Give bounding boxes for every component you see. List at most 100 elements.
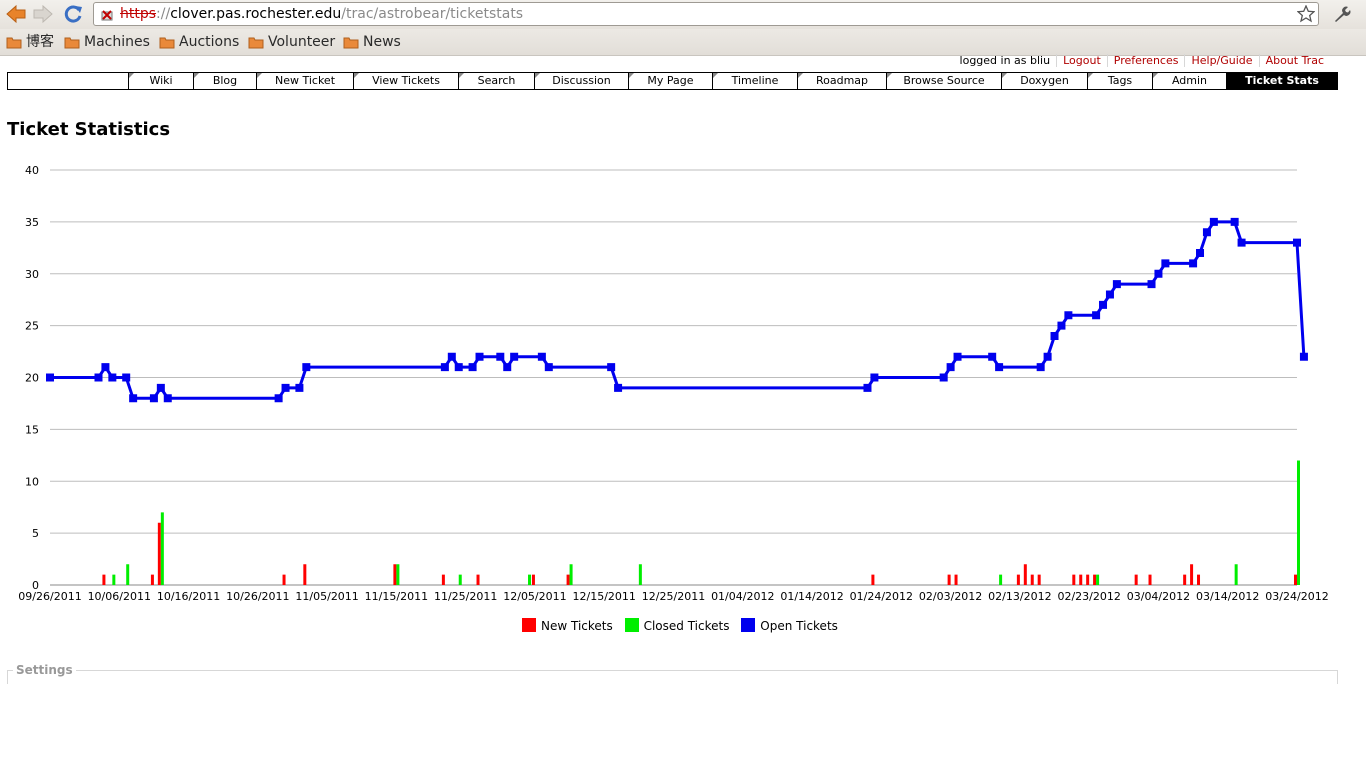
bookmark-folder[interactable]: Volunteer: [248, 33, 335, 51]
open-tickets-point: [468, 363, 477, 372]
tab-admin[interactable]: Admin: [1152, 73, 1226, 89]
open-tickets-point: [1043, 352, 1052, 361]
bookmark-folder[interactable]: 博客: [6, 33, 54, 51]
y-tick-label: 20: [25, 372, 39, 385]
bookmark-folder[interactable]: Auctions: [159, 33, 239, 51]
forward-button[interactable]: [31, 3, 55, 25]
bookmark-folder[interactable]: News: [343, 33, 401, 51]
open-tickets-line: [50, 220, 1306, 400]
tab-timeline[interactable]: Timeline: [712, 73, 797, 89]
y-tick-label: 25: [25, 320, 39, 333]
closed-ticket-bar: [458, 574, 462, 585]
tab-new-ticket[interactable]: New Ticket: [256, 73, 353, 89]
legend-item-open: Open Tickets: [741, 618, 838, 633]
x-tick-label: 01/24/2012: [850, 590, 913, 603]
open-tickets-point: [122, 373, 131, 382]
new-ticket-bar: [1072, 574, 1076, 585]
open-tickets-point: [1105, 290, 1114, 299]
page-right-margin: [1349, 56, 1366, 684]
new-ticket-bar: [1030, 574, 1034, 585]
y-tick-label: 40: [25, 164, 39, 177]
x-tick-label: 10/26/2011: [226, 590, 289, 603]
new-ticket-bar: [1016, 574, 1020, 585]
tab-roadmap[interactable]: Roadmap: [797, 73, 886, 89]
bookmark-label: Volunteer: [268, 34, 336, 50]
reload-button[interactable]: [61, 3, 85, 25]
legend-label-closed: Closed Tickets: [643, 619, 730, 633]
page-blank-area: [0, 684, 1366, 768]
new-ticket-bar: [1294, 574, 1297, 585]
x-tick-label: 10/16/2011: [157, 590, 220, 603]
open-tickets-point: [440, 363, 449, 372]
open-tickets-point: [1189, 259, 1198, 268]
help-guide-link[interactable]: Help/Guide: [1184, 54, 1259, 67]
open-tickets-point: [1092, 311, 1101, 320]
new-ticket-bar: [871, 574, 875, 585]
chart-legend: New Tickets Closed Tickets Open Tickets: [522, 618, 846, 633]
folder-icon: [159, 37, 175, 49]
new-ticket-bar: [441, 574, 445, 585]
open-tickets-point: [1057, 321, 1066, 330]
tab-search[interactable]: Search: [458, 73, 534, 89]
back-arrow-icon: [6, 4, 26, 24]
closed-ticket-bar: [112, 574, 116, 585]
open-tickets-point: [129, 394, 138, 403]
closed-ticket-bar: [999, 574, 1003, 585]
new-ticket-bar: [303, 564, 307, 585]
open-tickets-point: [1147, 280, 1156, 289]
open-tickets-point: [1196, 249, 1205, 257]
open-tickets-point: [614, 383, 623, 392]
y-tick-label: 10: [25, 475, 39, 488]
open-tickets-point: [1202, 228, 1211, 237]
open-tickets-point: [496, 352, 505, 361]
open-tickets-point: [1112, 280, 1121, 289]
reload-icon: [64, 5, 82, 23]
main-nav-spacer: [8, 73, 128, 89]
logout-link[interactable]: Logout: [1056, 54, 1107, 67]
url-bar[interactable]: https://clover.pas.rochester.edu/trac/as…: [93, 2, 1319, 26]
tab-wiki[interactable]: Wiki: [128, 73, 193, 89]
tab-blog[interactable]: Blog: [193, 73, 256, 89]
page-title: Ticket Statistics: [7, 119, 171, 140]
new-ticket-bar: [531, 574, 535, 585]
open-tickets-point: [607, 363, 616, 372]
wrench-icon[interactable]: [1331, 4, 1351, 24]
new-ticket-bar: [1134, 574, 1138, 585]
open-tickets-point: [1161, 259, 1170, 268]
open-tickets-point: [1293, 238, 1301, 247]
open-tickets-point: [281, 383, 290, 392]
open-tickets-point: [447, 352, 456, 361]
bookmark-folder[interactable]: Machines: [64, 33, 150, 51]
back-button[interactable]: [4, 3, 28, 25]
new-ticket-bar: [102, 574, 106, 585]
new-ticket-bar: [157, 522, 161, 585]
open-tickets-point: [149, 394, 158, 403]
tab-tags[interactable]: Tags: [1087, 73, 1152, 89]
open-tickets-point: [156, 383, 165, 392]
open-tickets-point: [1209, 217, 1218, 226]
x-tick-label: 12/25/2011: [642, 590, 705, 603]
bookmark-star-icon[interactable]: [1297, 5, 1315, 23]
open-tickets-point: [1237, 238, 1246, 247]
new-ticket-bar: [150, 574, 154, 585]
x-tick-label: 01/14/2012: [780, 590, 843, 603]
y-tick-label: 35: [25, 216, 39, 229]
tab-discussion[interactable]: Discussion: [534, 73, 628, 89]
tab-doxygen[interactable]: Doxygen: [1001, 73, 1087, 89]
settings-legend[interactable]: Settings: [13, 663, 76, 677]
closed-ticket-bar: [638, 564, 642, 585]
tab-view-tickets[interactable]: View Tickets: [353, 73, 458, 89]
x-tick-label: 09/26/2011: [18, 590, 81, 603]
preferences-link[interactable]: Preferences: [1106, 54, 1185, 67]
bookmarks-bar: 博客 Machines Auctions Volunteer News: [0, 29, 1366, 56]
closed-ticket-bar: [1297, 460, 1300, 585]
open-tickets-point: [274, 394, 283, 403]
tab-my-page[interactable]: My Page: [628, 73, 712, 89]
tab-ticket-stats[interactable]: Ticket Stats: [1226, 73, 1337, 89]
tab-browse-source[interactable]: Browse Source: [886, 73, 1001, 89]
x-tick-label: 12/15/2011: [573, 590, 636, 603]
x-tick-label: 03/14/2012: [1196, 590, 1259, 603]
about-trac-link[interactable]: About Trac: [1258, 54, 1330, 67]
y-tick-label: 15: [25, 423, 39, 436]
open-tickets-point: [454, 363, 463, 372]
